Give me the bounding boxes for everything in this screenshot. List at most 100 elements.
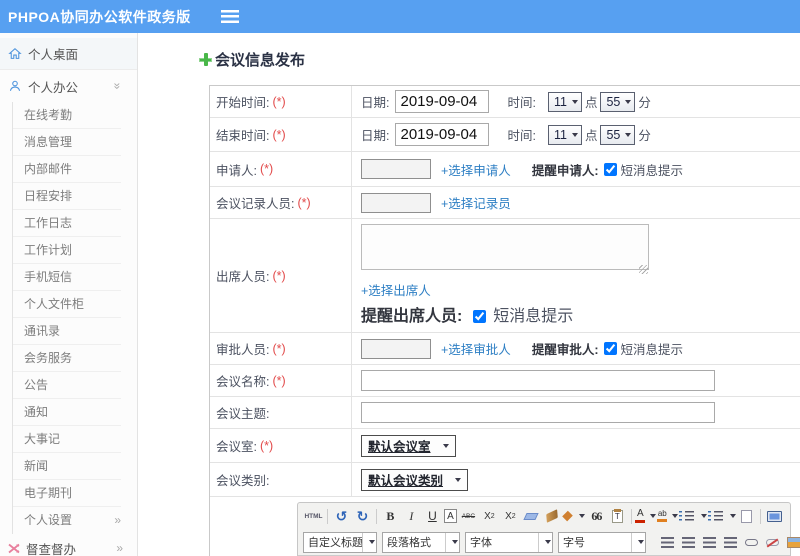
chevron-right-icon: » xyxy=(116,541,123,555)
sidebar-item-sms[interactable]: 手机短信 xyxy=(13,264,121,291)
meeting-room-row: 会议室: (*) 默认会议室 xyxy=(210,429,800,463)
required-mark: (*) xyxy=(272,94,286,109)
unordered-list-icon[interactable] xyxy=(707,507,736,525)
sidebar-item-internal-mail[interactable]: 内部邮件 xyxy=(13,156,121,183)
highlight-color-icon[interactable]: ab xyxy=(657,507,679,525)
chevron-right-icon: » xyxy=(114,513,121,527)
sidebar-item-desktop[interactable]: 个人桌面 xyxy=(0,38,137,70)
attendees-sms-checkbox[interactable] xyxy=(472,310,486,323)
html-source-icon[interactable]: HTML xyxy=(304,507,323,525)
select-attendees-link[interactable]: +选择出席人 xyxy=(361,280,431,299)
end-hour-select[interactable]: 11 xyxy=(547,124,582,145)
caret-down-icon xyxy=(571,99,578,104)
new-doc-icon[interactable] xyxy=(737,507,756,525)
sms-label: 短消息提示 xyxy=(620,163,683,178)
sidebar-item-work-plan[interactable]: 工作计划 xyxy=(13,237,121,264)
italic-icon[interactable]: I xyxy=(402,507,421,525)
superscript-icon[interactable]: X2 xyxy=(480,507,499,525)
sidebar-item-attendance[interactable]: 在线考勤 xyxy=(13,102,121,129)
sidebar-item-e-journal[interactable]: 电子期刊 xyxy=(13,480,121,507)
editor-row: HTML ↺ ↻ B I U A ABC X2 X2 66 T A ab 自定义… xyxy=(210,497,800,556)
select-applicant-link[interactable]: +选择申请人 xyxy=(441,160,511,179)
recorder-row: 会议记录人员: (*) +选择记录员 xyxy=(210,187,800,219)
meeting-subject-row: 会议主题: xyxy=(210,397,800,429)
paste-icon[interactable]: T xyxy=(608,507,627,525)
start-minute-select[interactable]: 55 xyxy=(600,91,636,112)
sidebar-item-schedule[interactable]: 日程安排 xyxy=(13,183,121,210)
image-icon[interactable] xyxy=(784,533,800,551)
meeting-room-select[interactable]: 默认会议室 xyxy=(361,434,456,457)
format-paint-icon[interactable] xyxy=(562,507,585,525)
caret-down-icon xyxy=(729,514,736,518)
applicant-input[interactable] xyxy=(361,159,431,179)
start-date-input[interactable] xyxy=(395,90,490,113)
bold-icon[interactable]: B xyxy=(381,507,400,525)
meeting-subject-label: 会议主题: xyxy=(216,407,270,421)
sidebar-item-work-log[interactable]: 工作日志 xyxy=(13,210,121,237)
eraser-icon[interactable] xyxy=(522,507,541,525)
end-date-input[interactable] xyxy=(395,123,490,146)
approver-input[interactable] xyxy=(361,338,431,359)
sidebar-item-notice[interactable]: 通知 xyxy=(13,399,121,426)
sidebar: 个人桌面 个人办公 » 在线考勤 消息管理 内部邮件 日程安排 工作日志 工作计… xyxy=(0,33,138,556)
redo-icon[interactable]: ↻ xyxy=(353,507,372,525)
caret-down-icon xyxy=(578,514,585,518)
sidebar-item-personal-office[interactable]: 个人办公 » xyxy=(0,70,137,102)
caret-down-icon xyxy=(571,132,578,137)
align-right-icon[interactable] xyxy=(700,533,719,551)
fullscreen-icon[interactable] xyxy=(765,507,784,525)
blockquote-icon[interactable]: 66 xyxy=(587,507,606,525)
resize-handle[interactable] xyxy=(639,265,648,274)
sidebar-item-meeting-service[interactable]: 会务服务 xyxy=(13,345,121,372)
caret-down-icon xyxy=(545,540,551,544)
caret-down-icon xyxy=(625,132,632,137)
meeting-category-select[interactable]: 默认会议类别 xyxy=(361,468,469,491)
chevron-down-icon: » xyxy=(110,82,125,90)
select-approver-link[interactable]: +选择审批人 xyxy=(441,339,511,358)
font-color-icon[interactable]: A xyxy=(635,507,657,525)
remind-applicant-label: 提醒申请人: xyxy=(531,163,599,178)
subscript-icon[interactable]: X2 xyxy=(501,507,520,525)
applicant-label: 申请人: xyxy=(216,163,257,178)
caret-down-icon xyxy=(442,443,449,448)
paragraph-format-select[interactable]: 段落格式 xyxy=(382,531,460,553)
sidebar-item-supervise[interactable]: 督查督办 » xyxy=(0,534,137,556)
align-justify-icon[interactable] xyxy=(721,533,740,551)
undo-icon[interactable]: ↺ xyxy=(332,507,351,525)
sidebar-item-file-cabinet[interactable]: 个人文件柜 xyxy=(13,291,121,318)
custom-heading-select[interactable]: 自定义标题 xyxy=(303,531,377,553)
required-mark: (*) xyxy=(297,195,311,210)
font-size-select[interactable]: 字号 xyxy=(558,531,646,553)
sidebar-item-contacts[interactable]: 通讯录 xyxy=(13,318,121,345)
hamburger-icon[interactable] xyxy=(220,10,239,23)
link-icon[interactable] xyxy=(742,533,761,551)
font-family-select[interactable]: 字体 xyxy=(465,531,553,553)
unlink-icon[interactable] xyxy=(763,533,782,551)
brush-icon[interactable] xyxy=(543,507,562,525)
recorder-label: 会议记录人员: xyxy=(216,197,295,211)
minute-unit-label: 分 xyxy=(638,129,651,143)
underline-icon[interactable]: U xyxy=(423,507,442,525)
sidebar-item-messages[interactable]: 消息管理 xyxy=(13,129,121,156)
strikethrough-icon[interactable]: ABC xyxy=(459,507,478,525)
sidebar-item-news[interactable]: 新闻 xyxy=(13,453,121,480)
remind-approver-label: 提醒审批人: xyxy=(531,343,599,357)
select-recorder-link[interactable]: +选择记录员 xyxy=(441,193,511,212)
sidebar-item-announcement[interactable]: 公告 xyxy=(13,372,121,399)
meeting-subject-input[interactable] xyxy=(361,402,715,423)
rich-text-editor: HTML ↺ ↻ B I U A ABC X2 X2 66 T A ab 自定义… xyxy=(297,502,800,556)
meeting-name-input[interactable] xyxy=(361,370,715,391)
caret-down-icon xyxy=(650,514,657,518)
end-minute-select[interactable]: 55 xyxy=(600,124,636,145)
attendees-textarea[interactable] xyxy=(361,224,649,270)
align-left-icon[interactable] xyxy=(658,533,677,551)
sidebar-item-settings[interactable]: 个人设置 » xyxy=(13,507,121,534)
align-center-icon[interactable] xyxy=(679,533,698,551)
sidebar-item-events[interactable]: 大事记 xyxy=(13,426,121,453)
approver-sms-checkbox[interactable] xyxy=(604,342,618,355)
start-hour-select[interactable]: 11 xyxy=(547,91,582,112)
font-border-icon[interactable]: A xyxy=(443,509,457,523)
applicant-sms-checkbox[interactable] xyxy=(604,162,618,176)
ordered-list-icon[interactable] xyxy=(679,507,708,525)
recorder-input[interactable] xyxy=(361,192,431,213)
